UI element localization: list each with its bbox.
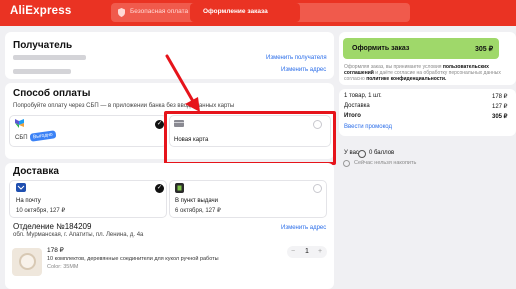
points-prefix: У вас bbox=[344, 150, 359, 156]
legal-notice: Оформляя заказ, вы принимаете условия по… bbox=[344, 64, 504, 82]
sbp-icon bbox=[15, 119, 24, 128]
change-address-link[interactable]: Изменить адрес bbox=[281, 67, 326, 73]
recipient-name-blurred bbox=[13, 55, 86, 60]
item-color: Color: 35MM bbox=[47, 264, 79, 270]
recipient-title: Получатель bbox=[13, 40, 73, 51]
payment-title: Способ оплаты bbox=[13, 88, 91, 99]
recipient-address-blurred bbox=[13, 69, 71, 74]
items-count-value: 178 ₽ bbox=[492, 94, 508, 100]
payment-option-sbp[interactable] bbox=[9, 115, 167, 147]
secure-payment-label: Безопасная оплата bbox=[130, 8, 189, 15]
post-icon bbox=[16, 183, 26, 192]
points-coin-icon bbox=[358, 150, 366, 158]
qty-plus-button[interactable]: + bbox=[318, 248, 322, 255]
tab-checkout-label: Оформление заказа bbox=[203, 8, 268, 15]
items-count-label: 1 товар, 1 шт. bbox=[344, 93, 382, 99]
place-order-label: Оформить заказ bbox=[352, 45, 410, 52]
delivery-pickup-label: В пункт выдачи bbox=[175, 198, 219, 204]
sbp-selected-check: ✓ bbox=[155, 120, 164, 129]
place-order-total: 305 ₽ bbox=[475, 46, 494, 53]
aliexpress-logo[interactable]: AliExpress bbox=[10, 5, 71, 17]
delivery-post-selected-check: ✓ bbox=[155, 184, 164, 193]
points-value: 0 баллов bbox=[369, 150, 395, 156]
change-recipient-link[interactable]: Изменить получателя bbox=[266, 55, 327, 61]
payment-hint: Попробуйте оплату через СБП — в приложен… bbox=[13, 103, 235, 109]
total-value: 305 ₽ bbox=[492, 114, 508, 120]
delivery-pickup-date: 6 октября, 127 ₽ bbox=[175, 208, 221, 214]
pickup-point-icon bbox=[175, 183, 184, 193]
item-price: 178 ₽ bbox=[47, 247, 64, 254]
clock-icon bbox=[343, 160, 350, 167]
delivery-pickup-radio[interactable] bbox=[313, 184, 322, 193]
delivery-cost-value: 127 ₽ bbox=[492, 104, 508, 110]
office-title: Отделение №184209 bbox=[13, 222, 92, 231]
delivery-cost-label: Доставка bbox=[344, 103, 370, 109]
item-name[interactable]: 10 комплектов, деревянные соединители дл… bbox=[47, 256, 219, 262]
delivery-post-label: На почту bbox=[16, 198, 41, 204]
points-unavailable: Сейчас нельзя накопить bbox=[354, 160, 417, 166]
delivery-title: Доставка bbox=[13, 166, 59, 177]
qty-value: 1 bbox=[305, 248, 309, 255]
office-address: обл. Мурманская, г. Апатиты, пл. Ленина,… bbox=[13, 232, 144, 238]
delivery-post-date: 10 октября, 127 ₽ bbox=[16, 208, 66, 214]
highlight-box bbox=[164, 111, 336, 165]
delivery-change-address-link[interactable]: Изменить адрес bbox=[281, 225, 326, 231]
qty-minus-button[interactable]: − bbox=[291, 248, 295, 255]
promo-code-link[interactable]: Ввести промокод bbox=[344, 124, 392, 130]
sbp-label: СБП bbox=[15, 135, 28, 141]
product-image-ring bbox=[19, 253, 36, 270]
privacy-policy-link[interactable]: политике конфиденциальности. bbox=[366, 76, 446, 82]
total-label: Итого bbox=[344, 113, 361, 119]
shield-icon bbox=[118, 8, 125, 17]
